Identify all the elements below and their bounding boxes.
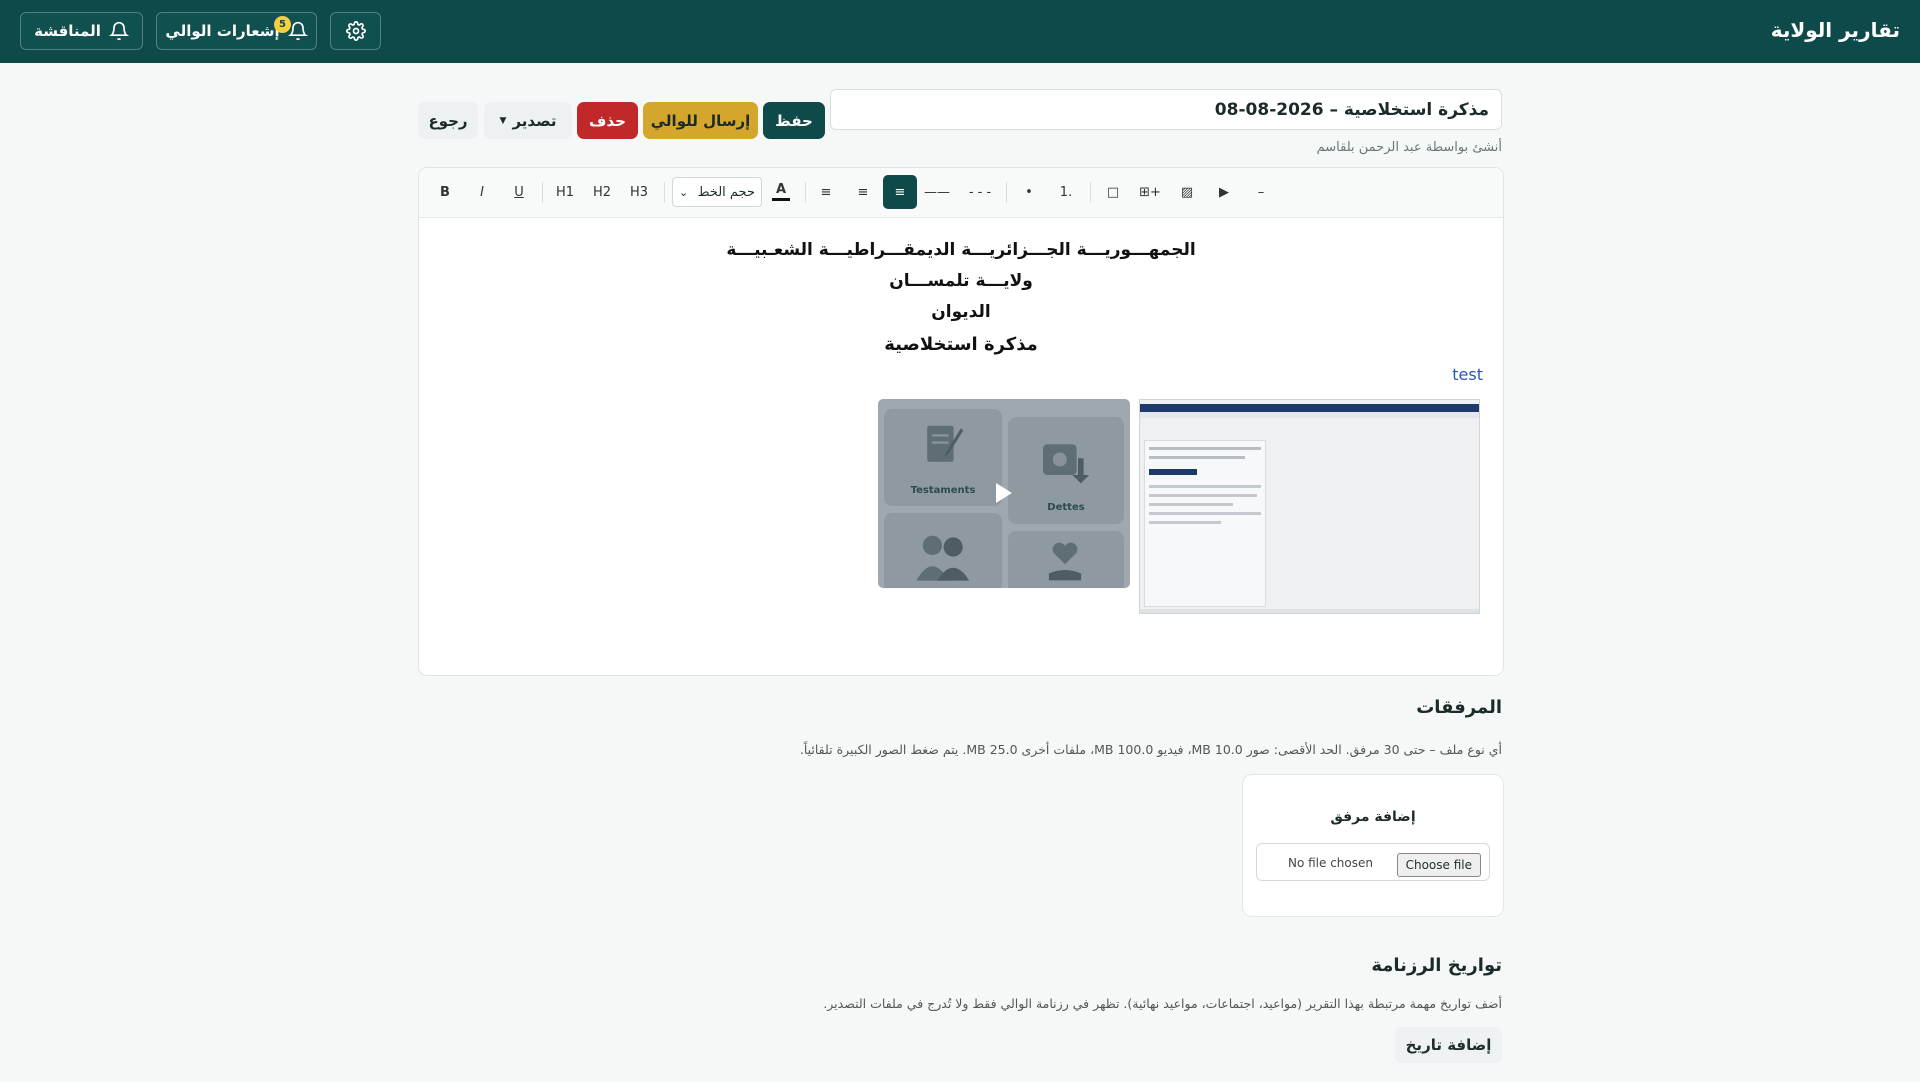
governor-notifications-button[interactable]: إشعارات الوالي 5 [156,12,317,50]
editor-toolbar: B I U H1 H2 H3 حجم الخط ⌄ A ≡ ≡ ≡ —— - -… [419,168,1503,218]
heart-hand-icon [1048,542,1082,581]
app-title: تقارير الولاية [1770,18,1900,42]
calendar-dates-title: تواريخ الرزنامة [1371,955,1502,976]
shot-header-bar [1140,404,1479,412]
notification-count-badge: 5 [274,16,291,33]
video-tile [1008,531,1124,588]
embedded-screenshot-image[interactable] [1139,399,1480,614]
shot-button [1149,469,1197,475]
line-short-button[interactable]: —— [920,175,954,209]
insert-table-button[interactable]: ⊞+ [1133,175,1167,209]
shot-text-line [1149,447,1261,450]
caret-down-icon: ▼ [499,115,507,126]
send-to-governor-button[interactable]: إرسال للوالي [643,102,758,139]
add-date-button[interactable]: إضافة تاريخ [1395,1027,1502,1063]
doc-heading-line-2: ولايـــة تلمســـان [889,271,1033,291]
document-pen-icon [927,425,964,462]
shot-text-line [1149,494,1257,497]
heading2-button[interactable]: H2 [585,175,619,209]
file-input[interactable]: Choose file No file chosen [1256,843,1490,881]
document-title-input[interactable] [830,89,1502,130]
export-label: تصدير [512,111,557,130]
save-button[interactable]: حفظ [763,102,825,139]
text-color-swatch [772,198,790,201]
doc-heading-line-4: مذكرة استخلاصية [884,334,1038,355]
text-color-button[interactable]: A [764,175,798,209]
discussion-button[interactable]: المناقشة [20,12,143,50]
discussion-label: المناقشة [34,22,101,40]
line-dashed-button[interactable]: - - - [959,175,1001,209]
shot-text-line [1149,503,1233,506]
embedded-video[interactable]: Testaments Dettes [878,399,1130,588]
shot-text-line [1149,456,1245,459]
horizontal-rule-button[interactable]: – [1244,175,1278,209]
align-left-button[interactable]: ≡ [809,175,843,209]
delete-button[interactable]: حذف [577,102,638,139]
gear-icon [345,21,366,41]
toolbar-divider [664,182,665,203]
add-attachment-title: إضافة مرفق [1330,809,1416,825]
tile-label-testaments: Testaments [910,485,976,496]
governor-notifications-label: إشعارات الوالي [165,22,280,40]
font-size-select[interactable]: حجم الخط ⌄ [672,177,762,207]
toolbar-divider [1090,182,1091,203]
people-icon [916,535,970,581]
font-size-label: حجم الخط [697,184,755,200]
editor-card: B I U H1 H2 H3 حجم الخط ⌄ A ≡ ≡ ≡ —— - -… [418,167,1504,676]
align-center-button[interactable]: ≡ [846,175,880,209]
calendar-dates-description: أضف تواريخ مهمة مرتبطة بهذا التقرير (موا… [823,996,1502,1011]
heading1-button[interactable]: H1 [548,175,582,209]
underline-button[interactable]: U [502,175,536,209]
box-button[interactable]: □ [1096,175,1130,209]
video-tile: Testaments [884,409,1002,506]
play-icon[interactable] [996,483,1012,503]
shot-text-line [1149,521,1221,524]
top-bar: تقارير الولاية إشعارات الوالي 5 المناقشة [0,0,1920,63]
settings-button[interactable] [330,12,381,50]
bell-icon [108,21,129,41]
attachments-title: المرفقات [1416,697,1502,718]
shot-text-line [1149,512,1261,515]
toolbar-divider [1006,182,1007,203]
attachments-description: أي نوع ملف – حتى 30 مرفق. الحد الأقصى: ص… [799,742,1502,757]
heading3-button[interactable]: H3 [622,175,656,209]
video-tile [884,513,1002,588]
doc-heading-line-3: الديوان [931,302,991,322]
insert-video-button[interactable]: ▶ [1207,175,1241,209]
bold-button[interactable]: B [428,175,462,209]
no-file-text: No file chosen [1287,856,1373,870]
shot-content-panel [1144,440,1266,607]
chevron-down-icon: ⌄ [679,185,689,199]
text-color-icon: A [775,182,787,197]
add-attachment-card: إضافة مرفق Choose file No file chosen [1242,774,1504,917]
shot-nav-bar [1140,412,1479,418]
insert-image-button[interactable]: ▨ [1170,175,1204,209]
video-tile: Dettes [1008,417,1124,524]
bullet-list-button[interactable]: • [1012,175,1046,209]
italic-button[interactable]: I [465,175,499,209]
created-by-text: أنشئ بواسطة عبد الرحمن بلقاسم [1316,140,1502,155]
back-button[interactable]: رجوع [418,102,478,139]
doc-heading-line-1: الجمهـــوريـــة الجـــزائريـــة الديمقــ… [726,240,1196,260]
numbered-list-button[interactable]: 1. [1049,175,1083,209]
tile-label-dettes: Dettes [1047,502,1085,513]
export-button[interactable]: تصدير ▼ [484,102,572,139]
test-text: test [1452,365,1483,384]
align-right-button[interactable]: ≡ [883,175,917,209]
choose-file-button[interactable]: Choose file [1396,853,1481,877]
shot-footer-bar [1140,609,1479,613]
safe-arrow-icon [1043,444,1090,484]
toolbar-divider [805,182,806,203]
toolbar-divider [542,182,543,203]
shot-text-line [1149,485,1261,488]
